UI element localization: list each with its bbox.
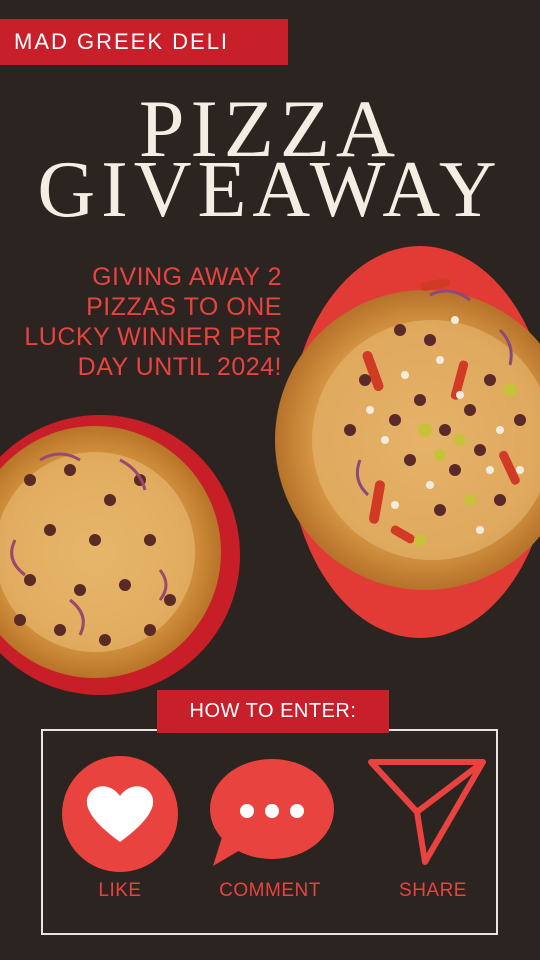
tagline-line: GIVING AWAY 2 [92, 263, 282, 291]
right-pizza [275, 246, 540, 638]
paper-plane-icon[interactable] [365, 754, 490, 874]
giveaway-poster: MAD GREEK DELI PIZZA GIVEAWAY GIVING AWA… [0, 0, 540, 960]
heart-icon[interactable] [60, 754, 180, 874]
brand-banner: MAD GREEK DELI [0, 19, 288, 65]
tagline-line: DAY UNTIL 2024! [77, 353, 282, 381]
comment-label: COMMENT [219, 880, 321, 901]
share-action[interactable] [362, 754, 492, 879]
tagline-line: LUCKY WINNER PER [24, 323, 282, 351]
brand-name: MAD GREEK DELI [14, 29, 230, 54]
speech-bubble-icon[interactable] [205, 754, 335, 874]
like-action[interactable] [55, 754, 185, 879]
like-label: LIKE [98, 880, 142, 901]
left-pizza [0, 415, 240, 695]
tagline-line: PIZZAS TO ONE [86, 293, 282, 321]
tagline: GIVING AWAY 2 PIZZAS TO ONE LUCKY WINNER… [0, 262, 282, 382]
headline-line-2: GIVEAWAY [37, 146, 503, 234]
share-label: SHARE [399, 880, 467, 901]
comment-action[interactable] [205, 754, 335, 879]
how-to-enter-label: HOW TO ENTER: [157, 690, 389, 733]
